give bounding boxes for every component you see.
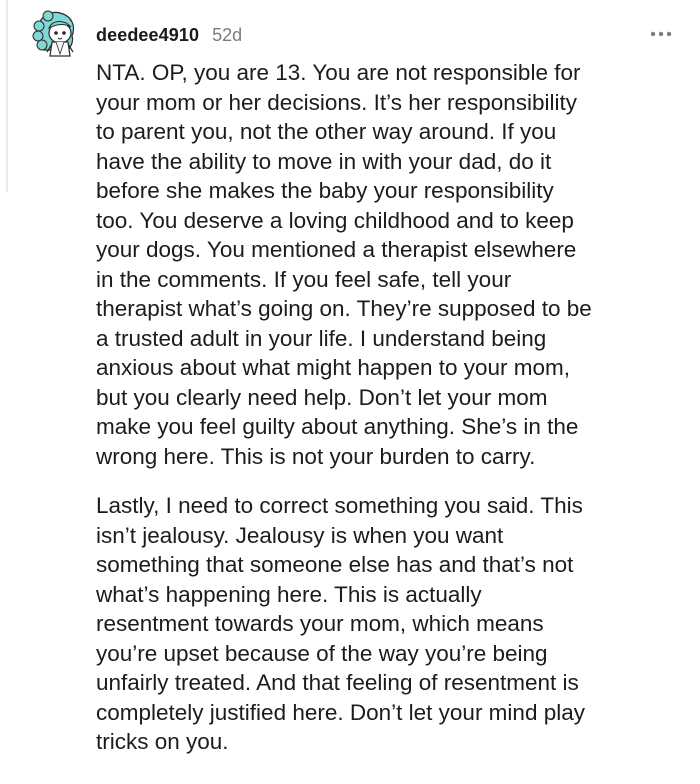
more-options-icon xyxy=(650,31,672,37)
more-options-button[interactable] xyxy=(646,22,676,46)
comment-header: deedee4910 52d xyxy=(96,22,242,48)
comment-age: 52d xyxy=(212,24,243,45)
comment-paragraph: Lastly, I need to correct something you … xyxy=(96,493,585,754)
username-link[interactable]: deedee4910 xyxy=(96,25,199,46)
comment-body: NTA. OP, you are 13. You are not respons… xyxy=(96,58,686,777)
snoo-avatar-icon[interactable] xyxy=(30,8,82,60)
comment: deedee4910 52d NTA. OP, you are 13. You … xyxy=(0,0,700,784)
comment-paragraph: NTA. OP, you are 13. You are not respons… xyxy=(96,60,592,469)
